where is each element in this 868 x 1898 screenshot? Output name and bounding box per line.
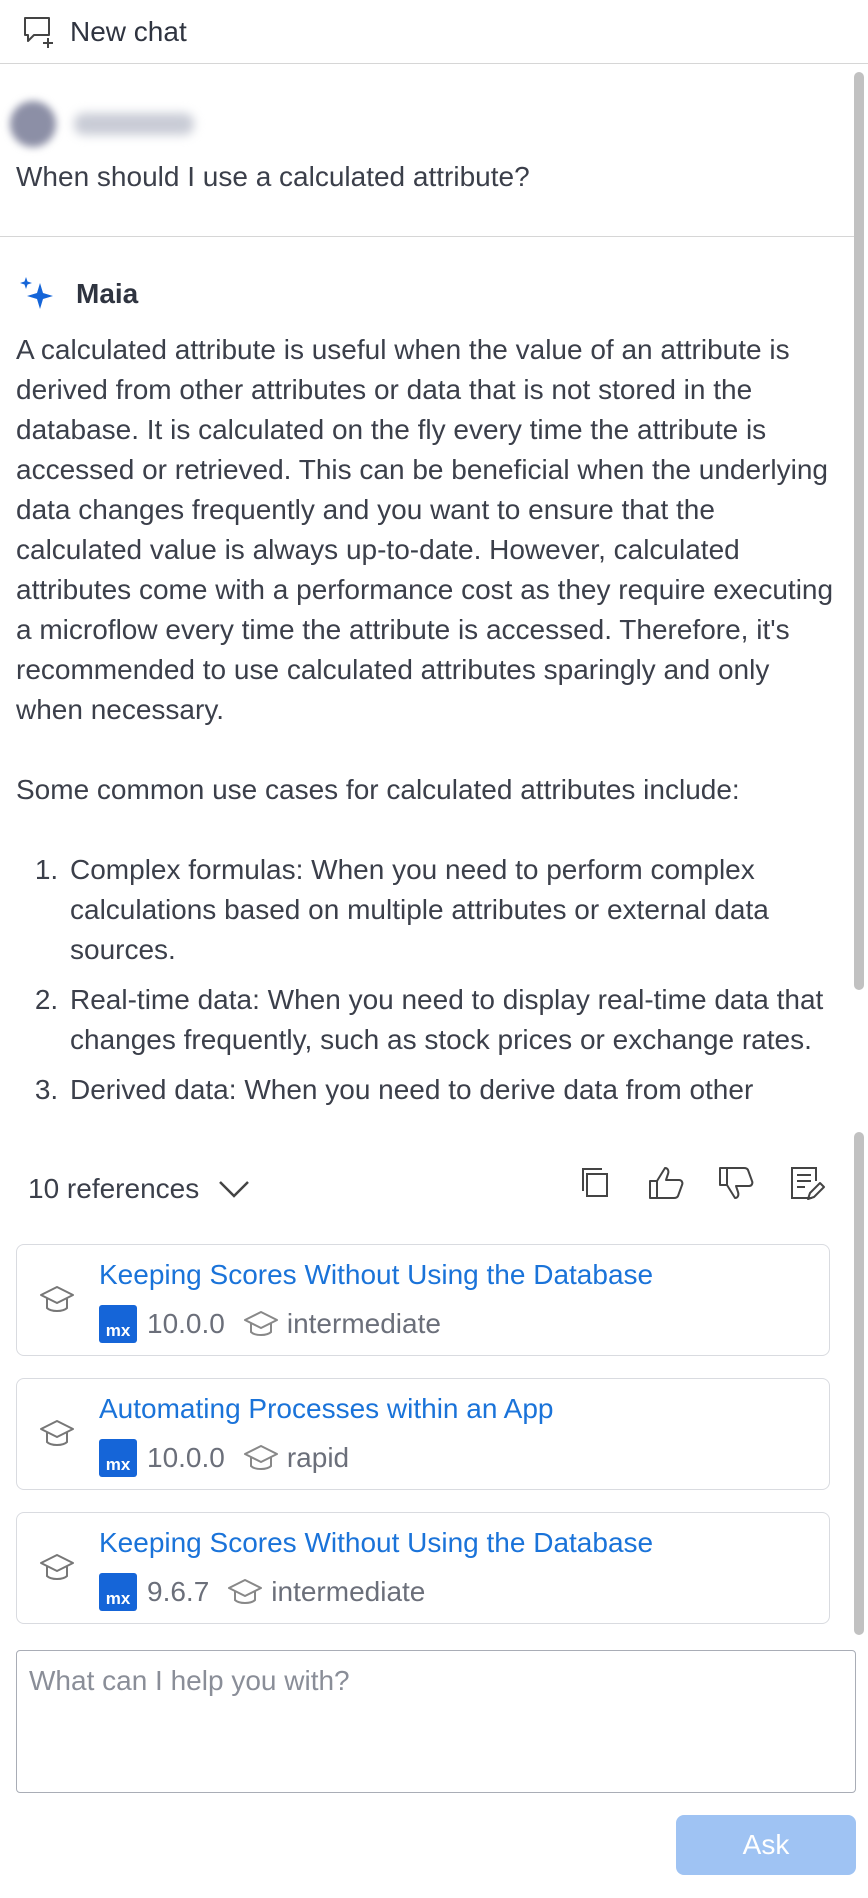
references-toggle[interactable]: 10 references (28, 1173, 251, 1205)
sparkle-icon (20, 277, 53, 309)
reference-level: intermediate (271, 1576, 426, 1607)
username-redacted (74, 113, 194, 135)
edit-note-icon (791, 1167, 825, 1200)
message-actions (576, 1163, 856, 1203)
list-item: Derived data: When you need to derive da… (66, 1070, 838, 1110)
user-row (10, 101, 194, 147)
graduation-cap-icon (228, 1579, 263, 1604)
references-count: 10 references (28, 1173, 200, 1204)
chat-scroll-area[interactable]: When should I use a calculated attribute… (0, 65, 868, 1130)
reference-level: intermediate (286, 1308, 441, 1339)
list-item: Complex formulas: When you need to perfo… (66, 850, 838, 970)
assistant-name: Maia (76, 278, 139, 309)
graduation-cap-icon (243, 1311, 278, 1336)
answer-paragraph: A calculated attribute is useful when th… (16, 334, 834, 725)
chat-input-placeholder: What can I help you with? (29, 1665, 350, 1696)
thumbs-down-icon (719, 1167, 754, 1199)
answer-paragraph: Some common use cases for calculated att… (16, 774, 740, 805)
mendix-badge: mx (99, 1305, 137, 1343)
mendix-badge: mx (99, 1439, 137, 1477)
assistant-answer: A calculated attribute is useful when th… (16, 330, 838, 1120)
reference-title[interactable]: Keeping Scores Without Using the Databas… (99, 1259, 653, 1291)
reference-meta: mx 10.0.0 intermediate (99, 1305, 441, 1343)
new-chat-label: New chat (70, 15, 187, 47)
graduation-cap-icon (40, 1554, 74, 1580)
reference-level: rapid (286, 1442, 350, 1473)
reference-card[interactable]: Keeping Scores Without Using the Databas… (16, 1244, 830, 1356)
graduation-cap-icon (243, 1445, 278, 1470)
graduation-cap-icon (40, 1420, 74, 1446)
assistant-header: Maia (18, 275, 138, 313)
thumbs-down-button[interactable] (716, 1163, 756, 1203)
edit-note-button[interactable] (786, 1163, 826, 1203)
graduation-cap-icon (40, 1286, 74, 1312)
ask-button[interactable]: Ask (676, 1815, 856, 1875)
new-chat-icon (24, 16, 53, 48)
reference-version: 10.0.0 (147, 1442, 225, 1473)
copy-button[interactable] (576, 1163, 616, 1203)
thumbs-up-icon (649, 1167, 684, 1199)
user-question: When should I use a calculated attribute… (16, 161, 530, 192)
avatar (10, 101, 56, 147)
reference-title[interactable]: Automating Processes within an App (99, 1393, 553, 1425)
reference-card[interactable]: Keeping Scores Without Using the Databas… (16, 1512, 830, 1624)
reference-version: 9.6.7 (147, 1576, 210, 1607)
copy-icon (582, 1168, 608, 1197)
list-item: Real-time data: When you need to display… (66, 980, 838, 1060)
new-chat-button[interactable]: New chat (22, 15, 187, 49)
chat-scrollbar-thumb[interactable] (854, 72, 864, 990)
thumbs-up-button[interactable] (646, 1163, 686, 1203)
reference-meta: mx 9.6.7 intermediate (99, 1573, 425, 1611)
divider (0, 236, 858, 237)
reference-card[interactable]: Automating Processes within an App mx 10… (16, 1378, 830, 1490)
reference-title[interactable]: Keeping Scores Without Using the Databas… (99, 1527, 653, 1559)
top-bar: New chat (0, 0, 868, 64)
use-case-list: Complex formulas: When you need to perfo… (16, 850, 838, 1110)
mendix-badge: mx (99, 1573, 137, 1611)
reference-meta: mx 10.0.0 rapid (99, 1439, 349, 1477)
reference-version: 10.0.0 (147, 1308, 225, 1339)
references-bar: 10 references (0, 1133, 868, 1243)
chevron-down-icon (219, 1181, 250, 1198)
chat-input[interactable]: What can I help you with? (16, 1650, 856, 1793)
